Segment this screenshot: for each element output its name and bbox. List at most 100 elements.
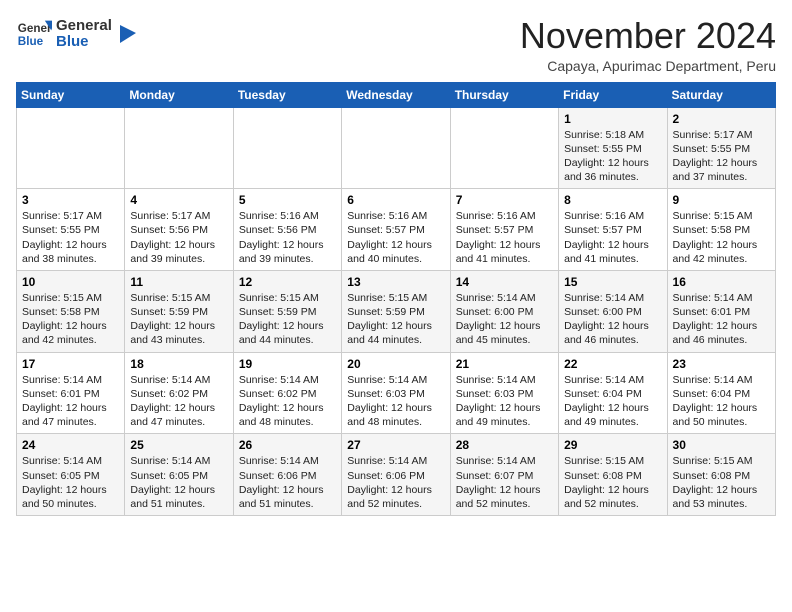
calendar-cell: 4 Sunrise: 5:17 AM Sunset: 5:56 PM Daylig…	[125, 189, 233, 271]
day-number: 9	[673, 193, 770, 207]
day-number: 18	[130, 357, 227, 371]
calendar-cell: 3 Sunrise: 5:17 AM Sunset: 5:55 PM Daylig…	[17, 189, 125, 271]
day-info: Sunrise: 5:17 AM Sunset: 5:55 PM Dayligh…	[22, 209, 119, 266]
weekday-header-monday: Monday	[125, 82, 233, 107]
page-header: General Blue General Blue November 2024 …	[16, 16, 776, 74]
day-info: Sunrise: 5:14 AM Sunset: 6:00 PM Dayligh…	[456, 291, 553, 348]
svg-text:Blue: Blue	[18, 35, 44, 48]
calendar-cell: 21Sunrise: 5:14 AM Sunset: 6:03 PM Dayli…	[450, 352, 558, 434]
calendar-cell: 29Sunrise: 5:15 AM Sunset: 6:08 PM Dayli…	[559, 434, 667, 516]
calendar-cell: 17 Sunrise: 5:14 AM Sunset: 6:01 PM Dayli…	[17, 352, 125, 434]
day-info: Sunrise: 5:17 AM Sunset: 5:55 PM Dayligh…	[673, 128, 770, 185]
day-number: 26	[239, 438, 336, 452]
day-info: Sunrise: 5:15 AM Sunset: 5:58 PM Dayligh…	[22, 291, 119, 348]
day-info: Sunrise: 5:15 AM Sunset: 6:08 PM Dayligh…	[564, 454, 661, 511]
calendar-cell: 25Sunrise: 5:14 AM Sunset: 6:05 PM Dayli…	[125, 434, 233, 516]
day-number: 24	[22, 438, 119, 452]
day-info: Sunrise: 5:14 AM Sunset: 6:05 PM Dayligh…	[22, 454, 119, 511]
day-number: 15	[564, 275, 661, 289]
weekday-header-wednesday: Wednesday	[342, 82, 450, 107]
svg-text:General: General	[18, 22, 52, 35]
logo-blue: Blue	[56, 34, 112, 51]
day-info: Sunrise: 5:15 AM Sunset: 5:59 PM Dayligh…	[239, 291, 336, 348]
day-number: 17	[22, 357, 119, 371]
day-number: 8	[564, 193, 661, 207]
calendar-cell: 28 Sunrise: 5:14 AM Sunset: 6:07 PM Dayli…	[450, 434, 558, 516]
title-block: November 2024 Capaya, Apurimac Departmen…	[520, 16, 776, 74]
calendar-cell	[450, 107, 558, 189]
logo-general: General	[56, 18, 112, 35]
day-number: 5	[239, 193, 336, 207]
calendar-table: SundayMondayTuesdayWednesdayThursdayFrid…	[16, 82, 776, 516]
location-subtitle: Capaya, Apurimac Department, Peru	[520, 58, 776, 74]
calendar-cell	[125, 107, 233, 189]
calendar-cell: 27 Sunrise: 5:14 AM Sunset: 6:06 PM Dayli…	[342, 434, 450, 516]
day-number: 22	[564, 357, 661, 371]
logo-triangle-icon	[116, 23, 138, 45]
day-number: 6	[347, 193, 444, 207]
day-number: 19	[239, 357, 336, 371]
calendar-week-2: 3 Sunrise: 5:17 AM Sunset: 5:55 PM Daylig…	[17, 189, 776, 271]
calendar-cell: 18Sunrise: 5:14 AM Sunset: 6:02 PM Dayli…	[125, 352, 233, 434]
calendar-cell: 11Sunrise: 5:15 AM Sunset: 5:59 PM Dayli…	[125, 270, 233, 352]
day-info: Sunrise: 5:14 AM Sunset: 6:01 PM Dayligh…	[673, 291, 770, 348]
weekday-header-row: SundayMondayTuesdayWednesdayThursdayFrid…	[17, 82, 776, 107]
day-info: Sunrise: 5:15 AM Sunset: 5:59 PM Dayligh…	[347, 291, 444, 348]
day-info: Sunrise: 5:14 AM Sunset: 6:04 PM Dayligh…	[673, 373, 770, 430]
calendar-cell: 10 Sunrise: 5:15 AM Sunset: 5:58 PM Dayli…	[17, 270, 125, 352]
day-number: 13	[347, 275, 444, 289]
logo: General Blue General Blue	[16, 16, 138, 52]
day-info: Sunrise: 5:15 AM Sunset: 6:08 PM Dayligh…	[673, 454, 770, 511]
calendar-cell: 26 Sunrise: 5:14 AM Sunset: 6:06 PM Dayli…	[233, 434, 341, 516]
day-info: Sunrise: 5:14 AM Sunset: 6:01 PM Dayligh…	[22, 373, 119, 430]
calendar-cell: 9 Sunrise: 5:15 AM Sunset: 5:58 PM Daylig…	[667, 189, 775, 271]
day-info: Sunrise: 5:14 AM Sunset: 6:02 PM Dayligh…	[239, 373, 336, 430]
calendar-cell: 15Sunrise: 5:14 AM Sunset: 6:00 PM Dayli…	[559, 270, 667, 352]
day-info: Sunrise: 5:15 AM Sunset: 5:58 PM Dayligh…	[673, 209, 770, 266]
weekday-header-saturday: Saturday	[667, 82, 775, 107]
calendar-cell: 16Sunrise: 5:14 AM Sunset: 6:01 PM Dayli…	[667, 270, 775, 352]
day-info: Sunrise: 5:16 AM Sunset: 5:57 PM Dayligh…	[347, 209, 444, 266]
day-info: Sunrise: 5:14 AM Sunset: 6:06 PM Dayligh…	[347, 454, 444, 511]
day-info: Sunrise: 5:16 AM Sunset: 5:57 PM Dayligh…	[564, 209, 661, 266]
weekday-header-thursday: Thursday	[450, 82, 558, 107]
weekday-header-friday: Friday	[559, 82, 667, 107]
calendar-week-3: 10 Sunrise: 5:15 AM Sunset: 5:58 PM Dayli…	[17, 270, 776, 352]
day-number: 30	[673, 438, 770, 452]
day-number: 10	[22, 275, 119, 289]
day-info: Sunrise: 5:14 AM Sunset: 6:06 PM Dayligh…	[239, 454, 336, 511]
day-number: 12	[239, 275, 336, 289]
calendar-cell: 23Sunrise: 5:14 AM Sunset: 6:04 PM Dayli…	[667, 352, 775, 434]
calendar-cell: 13 Sunrise: 5:15 AM Sunset: 5:59 PM Dayli…	[342, 270, 450, 352]
calendar-cell: 2Sunrise: 5:17 AM Sunset: 5:55 PM Daylig…	[667, 107, 775, 189]
calendar-cell: 1Sunrise: 5:18 AM Sunset: 5:55 PM Daylig…	[559, 107, 667, 189]
calendar-cell	[233, 107, 341, 189]
calendar-cell: 7 Sunrise: 5:16 AM Sunset: 5:57 PM Daylig…	[450, 189, 558, 271]
calendar-cell: 14Sunrise: 5:14 AM Sunset: 6:00 PM Dayli…	[450, 270, 558, 352]
day-info: Sunrise: 5:14 AM Sunset: 6:04 PM Dayligh…	[564, 373, 661, 430]
day-info: Sunrise: 5:16 AM Sunset: 5:57 PM Dayligh…	[456, 209, 553, 266]
calendar-cell: 12 Sunrise: 5:15 AM Sunset: 5:59 PM Dayli…	[233, 270, 341, 352]
day-info: Sunrise: 5:14 AM Sunset: 6:03 PM Dayligh…	[347, 373, 444, 430]
calendar-cell: 19 Sunrise: 5:14 AM Sunset: 6:02 PM Dayli…	[233, 352, 341, 434]
month-title: November 2024	[520, 16, 776, 56]
calendar-week-1: 1Sunrise: 5:18 AM Sunset: 5:55 PM Daylig…	[17, 107, 776, 189]
calendar-cell: 6 Sunrise: 5:16 AM Sunset: 5:57 PM Daylig…	[342, 189, 450, 271]
logo-icon: General Blue	[16, 16, 52, 52]
day-number: 4	[130, 193, 227, 207]
day-info: Sunrise: 5:17 AM Sunset: 5:56 PM Dayligh…	[130, 209, 227, 266]
day-number: 3	[22, 193, 119, 207]
calendar-cell: 24 Sunrise: 5:14 AM Sunset: 6:05 PM Dayli…	[17, 434, 125, 516]
day-number: 7	[456, 193, 553, 207]
day-number: 27	[347, 438, 444, 452]
calendar-cell: 8 Sunrise: 5:16 AM Sunset: 5:57 PM Daylig…	[559, 189, 667, 271]
calendar-header: SundayMondayTuesdayWednesdayThursdayFrid…	[17, 82, 776, 107]
calendar-body: 1Sunrise: 5:18 AM Sunset: 5:55 PM Daylig…	[17, 107, 776, 515]
day-number: 28	[456, 438, 553, 452]
day-info: Sunrise: 5:14 AM Sunset: 6:07 PM Dayligh…	[456, 454, 553, 511]
day-info: Sunrise: 5:16 AM Sunset: 5:56 PM Dayligh…	[239, 209, 336, 266]
day-info: Sunrise: 5:18 AM Sunset: 5:55 PM Dayligh…	[564, 128, 661, 185]
calendar-cell: 22 Sunrise: 5:14 AM Sunset: 6:04 PM Dayli…	[559, 352, 667, 434]
day-info: Sunrise: 5:15 AM Sunset: 5:59 PM Dayligh…	[130, 291, 227, 348]
weekday-header-sunday: Sunday	[17, 82, 125, 107]
